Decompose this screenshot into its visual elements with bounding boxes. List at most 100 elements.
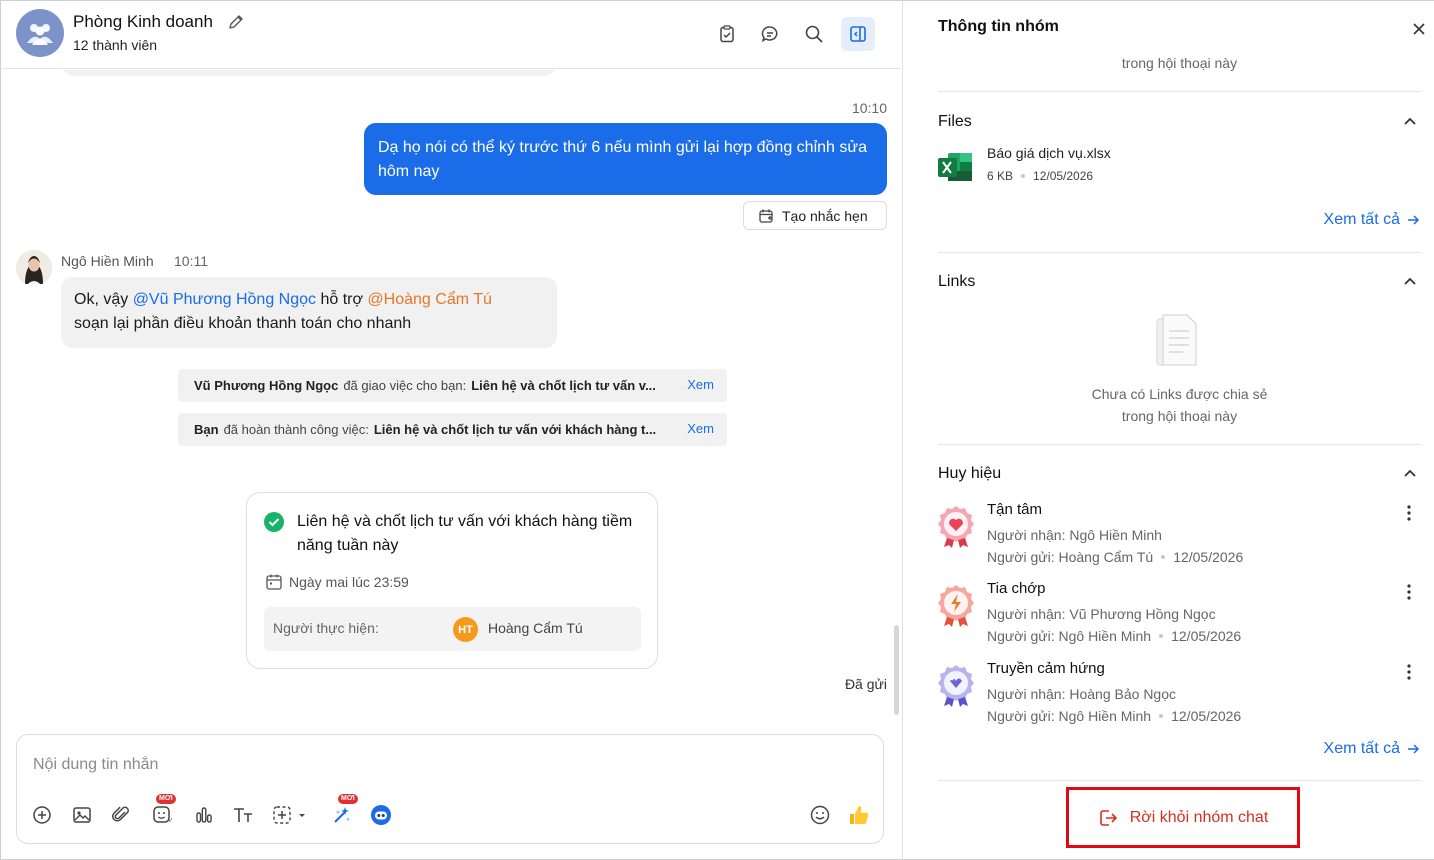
view-task-link[interactable]: Xem — [683, 421, 714, 436]
arrow-right-icon — [1408, 744, 1420, 754]
separator-dot — [1161, 555, 1166, 559]
badges-see-all-link[interactable]: Xem tất cả — [1324, 740, 1420, 758]
panel-title: Thông tin nhóm — [938, 18, 1059, 35]
divider — [938, 444, 1421, 445]
lightning-badge-icon — [938, 585, 974, 627]
message-list[interactable]: 10:10 Dạ họ nói có thể ký trước thứ 6 nế… — [1, 70, 901, 730]
chevron-up-icon[interactable] — [1400, 111, 1420, 131]
sticker-icon — [153, 806, 172, 823]
separator-dot — [1021, 174, 1026, 178]
search-button[interactable] — [797, 17, 831, 51]
message-text: soạn lại phần điều khoản thanh toán cho … — [74, 315, 412, 332]
text-format-button[interactable] — [229, 801, 257, 829]
badge-date: 12/05/2026 — [1173, 549, 1244, 565]
clipboard-check-icon — [720, 25, 734, 43]
group-avatar[interactable] — [16, 9, 64, 57]
leave-group-label: Rời khỏi nhóm chat — [1129, 808, 1269, 826]
message-text: hỗ trợ — [316, 291, 368, 308]
badge-item[interactable]: Truyền cảm hứng Người nhận: Hoàng Bảo Ng… — [938, 660, 1421, 730]
member-count[interactable]: 12 thành viên — [73, 37, 157, 53]
separator-dot — [1159, 714, 1164, 718]
notice-actor: Vũ Phương Hồng Ngọc — [194, 378, 339, 393]
chat-header: Phòng Kinh doanh 12 thành viên — [1, 1, 901, 69]
links-section-title: Links — [938, 273, 976, 290]
ai-tool-button[interactable]: MỚI — [328, 794, 358, 829]
attach-file-button[interactable] — [107, 801, 135, 829]
poll-button[interactable] — [190, 801, 218, 829]
bot-button[interactable] — [367, 801, 395, 829]
screenshot-menu-button[interactable] — [270, 801, 310, 829]
mention-link[interactable]: @Hoàng Cẩm Tú — [367, 291, 491, 308]
mention-link[interactable]: @Vũ Phương Hồng Ngọc — [133, 291, 316, 308]
paperclip-icon — [112, 806, 129, 822]
toggle-info-panel-button[interactable] — [841, 17, 875, 51]
thumbs-up-icon — [850, 806, 869, 824]
badge-sender-row: Người gửi: Ngô Hiền Minh 12/05/2026 — [987, 708, 1241, 724]
notice-task: Liên hệ và chốt lịch tư vấn v... — [471, 378, 656, 393]
plus-circle-icon — [33, 806, 51, 824]
badge-item[interactable]: Tia chớp Người nhận: Vũ Phương Hồng Ngọc… — [938, 580, 1421, 650]
search-icon — [805, 25, 823, 43]
badge-name: Truyền cảm hứng — [987, 660, 1105, 677]
task-list-button[interactable] — [710, 17, 744, 51]
incoming-message-bubble[interactable]: Ok, vậy @Vũ Phương Hồng Ngọc hỗ trợ @Hoà… — [61, 277, 557, 348]
notice-task: Liên hệ và chốt lịch tư vấn với khách hà… — [373, 422, 657, 437]
sender-avatar[interactable] — [16, 250, 52, 286]
chevron-up-icon[interactable] — [1400, 463, 1420, 483]
more-vertical-icon[interactable] — [1401, 503, 1417, 523]
create-reminder-button[interactable]: Tạo nhắc hẹn — [743, 201, 887, 230]
badge-item[interactable]: Tận tâm Người nhận: Ngô Hiền Minh Người … — [938, 501, 1421, 571]
check-circle-icon[interactable] — [263, 511, 285, 533]
more-vertical-icon[interactable] — [1401, 662, 1417, 682]
group-icon — [27, 24, 53, 45]
links-empty-line1: Chưa có Links được chia sẻ — [1091, 386, 1268, 402]
task-completed-notice: Bạn đã hoàn thành công việc: Liên hệ và … — [178, 413, 727, 446]
new-badge: MỚI — [338, 794, 358, 804]
add-button[interactable] — [28, 801, 56, 829]
calendar-icon — [266, 574, 282, 590]
divider — [938, 91, 1421, 92]
screenshot-plus-icon — [273, 806, 305, 824]
image-button[interactable] — [68, 801, 96, 829]
task-assigned-notice: Vũ Phương Hồng Ngọc đã giao việc cho bạn… — [178, 369, 727, 402]
heart-badge-icon — [938, 506, 974, 548]
task-card[interactable]: Liên hệ và chốt lịch tư vấn với khách hà… — [246, 492, 658, 669]
badge-sender-row: Người gửi: Hoàng Cẩm Tú 12/05/2026 — [987, 549, 1243, 565]
my-message-bubble[interactable]: Dạ họ nói có thể ký trước thứ 6 nếu mình… — [364, 123, 887, 195]
leave-group-button[interactable]: Rời khỏi nhóm chat — [1066, 787, 1300, 848]
arrow-right-icon — [1408, 215, 1420, 225]
file-size: 6 KB — [987, 169, 1014, 183]
sender-time: 10:11 — [174, 253, 208, 269]
file-meta: 6 KB 12/05/2026 — [987, 169, 1093, 183]
chat-pane: Phòng Kinh doanh 12 thành viên 10:10 Dạ … — [1, 1, 901, 859]
file-name[interactable]: Báo giá dịch vụ.xlsx — [987, 145, 1111, 161]
app-window: Phòng Kinh doanh 12 thành viên 10:10 Dạ … — [0, 0, 1434, 860]
excel-file-icon[interactable] — [938, 151, 974, 183]
threads-button[interactable] — [753, 17, 787, 51]
assignee-label: Người thực hiện: — [273, 620, 379, 636]
view-task-link[interactable]: Xem — [683, 377, 714, 392]
links-empty-line2: trong hội thoại này — [1121, 408, 1238, 424]
sender-name[interactable]: Ngô Hiền Minh — [61, 253, 154, 269]
see-all-label: Xem tất cả — [1323, 740, 1400, 757]
badge-name: Tận tâm — [987, 501, 1043, 518]
message-input[interactable] — [33, 751, 863, 779]
close-icon[interactable] — [1409, 19, 1429, 39]
separator-dot — [1159, 634, 1164, 638]
smile-icon — [810, 805, 830, 825]
emoji-button[interactable] — [806, 801, 834, 829]
sticker-button[interactable]: MỚI — [148, 794, 176, 829]
more-vertical-icon[interactable] — [1401, 582, 1417, 602]
notice-actor: Bạn — [194, 422, 219, 437]
chevron-up-icon[interactable] — [1400, 271, 1420, 291]
like-button[interactable] — [845, 801, 873, 829]
scrollbar[interactable] — [894, 625, 899, 715]
see-all-label: Xem tất cả — [1323, 211, 1400, 228]
notice-action: đã giao việc cho bạn: — [343, 378, 467, 393]
badge-date: 12/05/2026 — [1171, 708, 1242, 724]
pencil-icon[interactable] — [227, 13, 245, 31]
files-see-all-link[interactable]: Xem tất cả — [1324, 211, 1420, 229]
badge-receiver: Người nhận: Ngô Hiền Minh — [987, 527, 1162, 543]
badge-receiver: Người nhận: Hoàng Bảo Ngọc — [987, 686, 1176, 702]
badge-receiver: Người nhận: Vũ Phương Hồng Ngọc — [987, 606, 1216, 622]
